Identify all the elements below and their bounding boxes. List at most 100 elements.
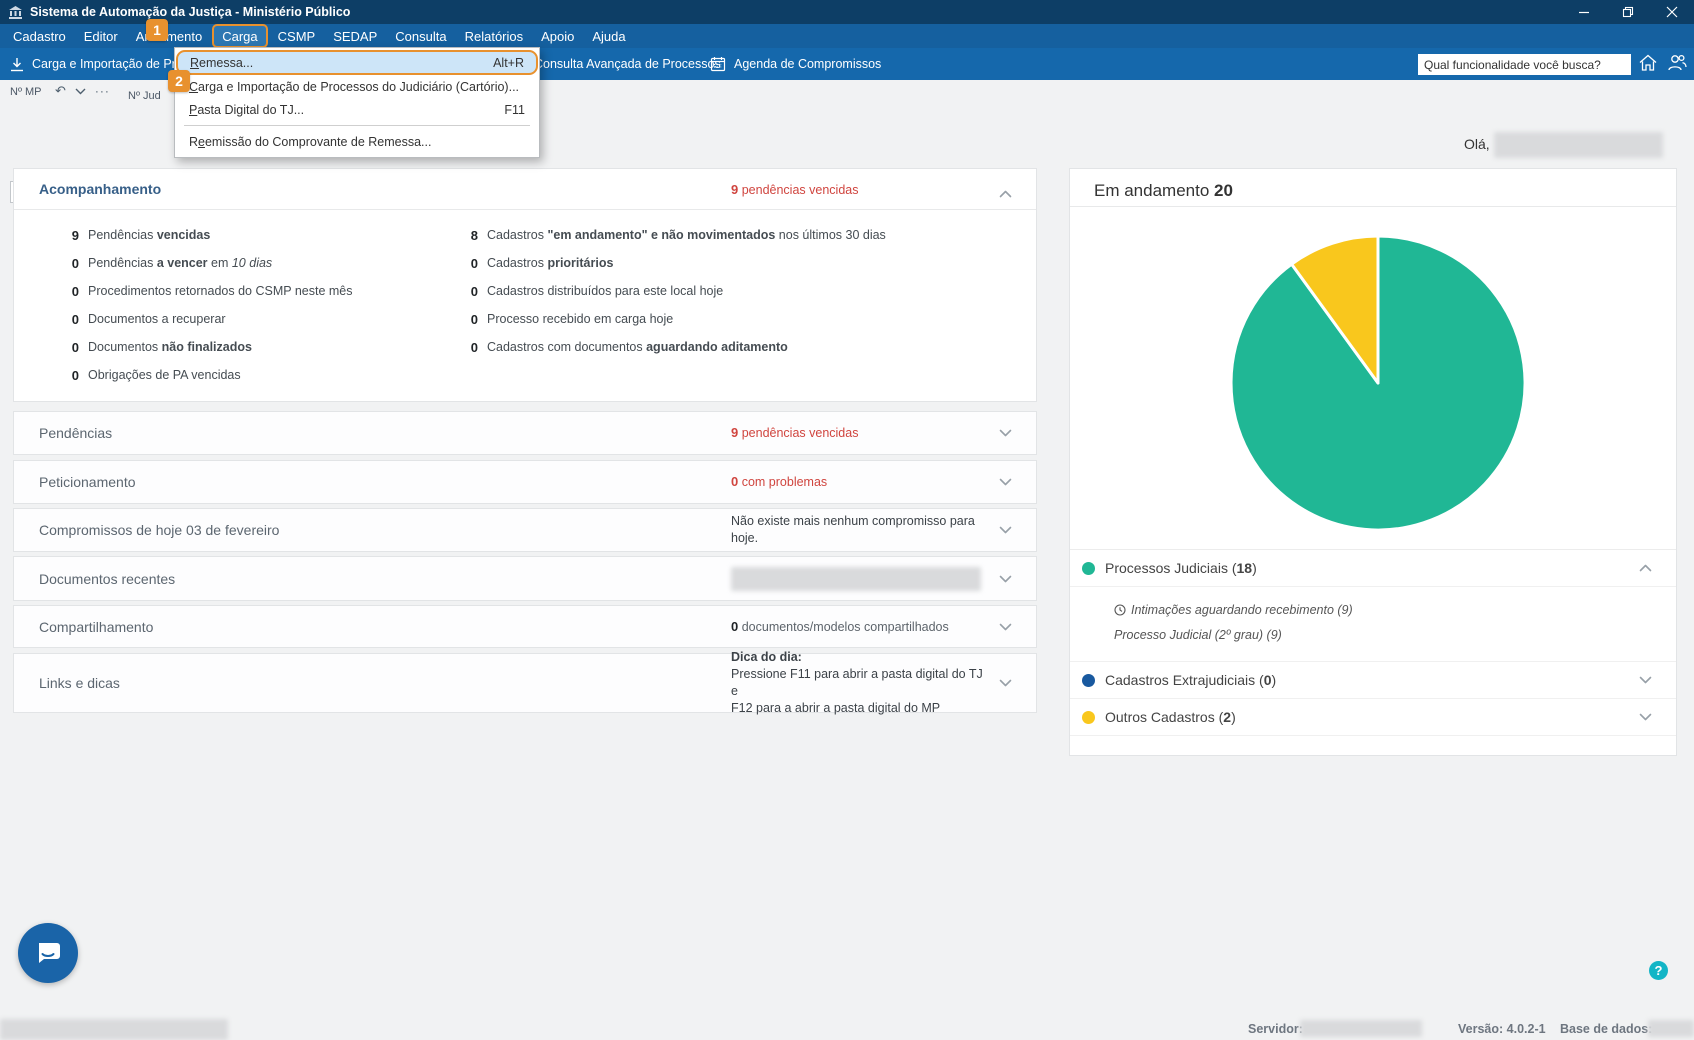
chevron-down-icon[interactable] <box>999 521 1012 539</box>
chevron-down-icon[interactable] <box>999 473 1012 491</box>
tip-title: Dica do dia: <box>731 650 802 664</box>
legend-subitem-text: Processo Judicial (2º grau) (9) <box>1114 627 1282 642</box>
more-options-icon[interactable]: ··· <box>95 84 110 98</box>
acompanhamento-right-item[interactable]: 0 Cadastros com documentos aguardando adi… <box>450 333 1010 361</box>
undo-icon[interactable]: ↶ <box>55 83 66 99</box>
accordion-row-links-e-dicas[interactable]: Links e dicas Dica do dia: Pressione F11 p… <box>13 650 1037 715</box>
close-button[interactable] <box>1650 0 1694 24</box>
menu-item-label: Pasta Digital do TJ... <box>189 102 305 117</box>
legend-item-outros-cadastros[interactable]: Outros Cadastros (2) <box>1070 699 1676 736</box>
database-label: Base de dados: <box>1560 1022 1653 1036</box>
menu-shortcut: F11 <box>504 102 525 117</box>
item-text: Processo recebido em carga hoje <box>487 312 674 326</box>
home-icon[interactable] <box>1638 53 1658 73</box>
acompanhamento-right-item[interactable]: 0 Cadastros prioritários <box>450 249 1010 277</box>
help-button[interactable]: ? <box>1649 961 1668 980</box>
item-count: 0 <box>71 367 79 383</box>
accordion-label: Links e dicas <box>39 675 120 691</box>
accordion-row-pendencias[interactable]: Pendências 9 pendências vencidas <box>13 411 1037 455</box>
menu-item-remessa[interactable]: Remessa... Alt+R <box>176 50 538 75</box>
minimize-button[interactable] <box>1562 0 1606 24</box>
item-count: 0 <box>71 311 79 327</box>
menu-item-ajuda[interactable]: Ajuda <box>583 24 634 48</box>
accordion-row-compartilhamento[interactable]: Compartilhamento 0 documentos/modelos com… <box>13 605 1037 648</box>
accordion-summary: 0 com problemas <box>731 461 986 503</box>
legend-label: Processos Judiciais (18) <box>1105 560 1257 576</box>
download-icon <box>11 57 23 71</box>
em-andamento-count: 20 <box>1214 181 1233 200</box>
chevron-up-icon[interactable] <box>999 185 1012 203</box>
acompanhamento-left-item[interactable]: 0 Documentos a recuperar <box>51 305 446 333</box>
chevron-down-icon[interactable] <box>999 570 1012 588</box>
menu-item-apoio[interactable]: Apoio <box>532 24 583 48</box>
restore-button[interactable] <box>1606 0 1650 24</box>
accordion-row-compromissos-de-hoje-03-de-fevereiro[interactable]: Compromissos de hoje 03 de fevereiro Não … <box>13 508 1037 552</box>
accordion-row-documentos-recentes[interactable]: Documentos recentes <box>13 556 1037 601</box>
menu-item-label: Reemissão do Comprovante de Remessa... <box>189 134 432 149</box>
accordion-label: Compromissos de hoje 03 de fevereiro <box>39 522 280 538</box>
menu-item-csmp[interactable]: CSMP <box>269 24 325 48</box>
menu-item-consulta[interactable]: Consulta <box>386 24 455 48</box>
users-icon[interactable] <box>1666 53 1688 73</box>
acompanhamento-left-item[interactable]: 0 Procedimentos retornados do CSMP neste … <box>51 277 446 305</box>
em-andamento-card: Em andamento 20 Processos Judiciais (18)… <box>1069 168 1677 756</box>
calendar-icon <box>710 57 726 72</box>
chevron-up-icon[interactable] <box>1639 559 1652 577</box>
legend-label: Cadastros Extrajudiciais (0) <box>1105 672 1277 688</box>
menu-item-sedap[interactable]: SEDAP <box>324 24 386 48</box>
chevron-down-icon[interactable] <box>999 674 1012 692</box>
acompanhamento-left-item[interactable]: 0 Pendências a vencer em 10 dias <box>51 249 446 277</box>
item-text: Pendências a vencer em 10 dias <box>88 256 273 270</box>
item-text: Obrigações de PA vencidas <box>88 368 241 382</box>
menu-item-carga-e-importacao-de-processos-do-judiciario-cartorio[interactable]: Carga e Importação de Processos do Judic… <box>175 75 539 98</box>
legend-count: 18 <box>1236 560 1253 576</box>
menu-item-editor[interactable]: Editor <box>75 24 127 48</box>
menu-item-pasta-digital-do-tj[interactable]: Pasta Digital do TJ... F11 <box>175 98 539 121</box>
legend-item-processos-judiciais[interactable]: Processos Judiciais (18) <box>1070 550 1676 587</box>
redacted-server-value <box>1300 1020 1422 1037</box>
clock-icon <box>1114 603 1126 616</box>
menu-item-label: Remessa... <box>190 55 254 70</box>
menu-item-label: Carga e Importação de Processos do Judic… <box>189 79 520 94</box>
chevron-down-icon[interactable] <box>999 424 1012 442</box>
acompanhamento-card: Acompanhamento 9 pendências vencidas 9 Pe… <box>13 168 1037 402</box>
acompanhamento-left-item[interactable]: 0 Documentos não finalizados <box>51 333 446 361</box>
toolbar-item-agenda[interactable]: Agenda de Compromissos <box>710 48 881 80</box>
acompanhamento-left-item[interactable]: 9 Pendências vencidas <box>51 221 446 249</box>
accordion-label: Compartilhamento <box>39 618 154 635</box>
acompanhamento-left-item[interactable]: 0 Obrigações de PA vencidas <box>51 361 446 389</box>
acompanhamento-right-item[interactable]: 0 Processo recebido em carga hoje <box>450 305 1010 333</box>
menu-item-carga[interactable]: Carga <box>212 24 268 48</box>
chat-bubble-icon <box>39 943 60 963</box>
legend-dot <box>1082 710 1095 724</box>
accordion-summary: 0 documentos/modelos compartilhados <box>731 606 986 647</box>
legend-subitem[interactable]: Processo Judicial (2º grau) (9) <box>1114 622 1676 647</box>
menu-item-relatorios[interactable]: Relatórios <box>456 24 533 48</box>
toolbar-item-consulta-avancada[interactable]: Consulta Avançada de Processos <box>534 48 721 80</box>
legend-subitem[interactable]: Intimações aguardando recebimento (9) <box>1114 597 1676 622</box>
version-label: Versão: 4.0.2-1 <box>1458 1022 1546 1036</box>
accordion-row-peticionamento[interactable]: Peticionamento 0 com problemas <box>13 460 1037 504</box>
jud-number-label: Nº Jud <box>128 90 161 102</box>
summary-text: 9 pendências vencidas <box>731 425 859 440</box>
version-value: 4.0.2-1 <box>1506 1022 1546 1036</box>
menu-item-reemissao-do-comprovante-de-remessa[interactable]: Reemissão do Comprovante de Remessa... <box>175 130 539 153</box>
chevron-down-icon[interactable] <box>1639 671 1652 689</box>
chevron-down-icon[interactable] <box>1639 708 1652 726</box>
mp-number-label: Nº MP <box>10 86 42 98</box>
search-input[interactable] <box>1418 54 1631 75</box>
summary-text: 0 com problemas <box>731 474 828 489</box>
chat-button[interactable] <box>18 923 78 983</box>
divider <box>1070 206 1676 207</box>
item-text: Procedimentos retornados do CSMP neste m… <box>88 284 353 298</box>
acompanhamento-header[interactable]: Acompanhamento 9 pendências vencidas <box>14 169 1036 210</box>
item-count: 8 <box>470 227 478 243</box>
legend-item-cadastros-extrajudiciais[interactable]: Cadastros Extrajudiciais (0) <box>1070 662 1676 699</box>
menu-item-andamento[interactable]: Andamento <box>127 24 212 48</box>
acompanhamento-right-item[interactable]: 8 Cadastros "em andamento" e não moviment… <box>450 221 1010 249</box>
acompanhamento-right-item[interactable]: 0 Cadastros distribuídos para este local … <box>450 277 1010 305</box>
chevron-down-icon[interactable] <box>999 618 1012 636</box>
pie-chart <box>1228 233 1528 533</box>
menu-item-cadastro[interactable]: Cadastro <box>4 24 75 48</box>
chevron-down-icon[interactable] <box>75 84 86 98</box>
